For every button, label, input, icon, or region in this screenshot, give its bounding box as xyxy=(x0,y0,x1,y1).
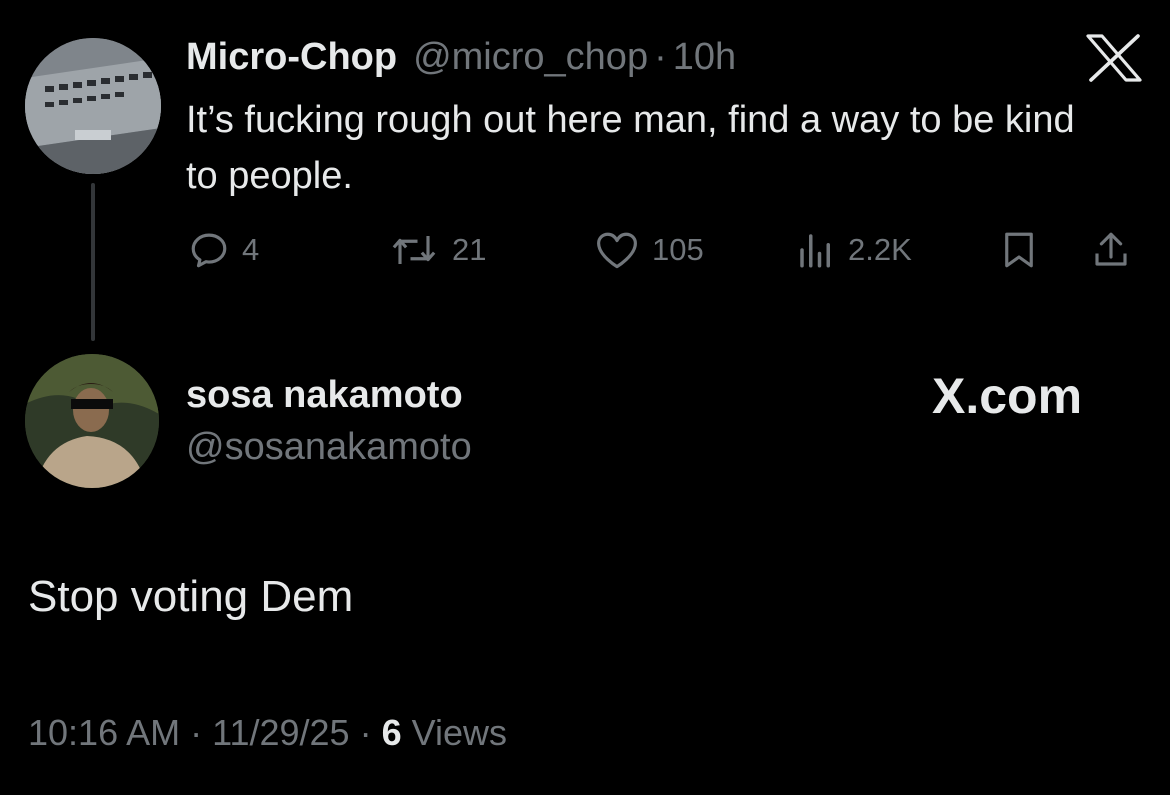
time-separator: · xyxy=(654,36,667,78)
site-label: X.com xyxy=(932,368,1083,424)
views-button[interactable]: 2.2K xyxy=(796,228,912,272)
repost-icon xyxy=(392,236,436,264)
tweet-time[interactable]: 10h xyxy=(673,36,736,79)
x-logo-icon xyxy=(1085,34,1143,82)
bookmark-button[interactable] xyxy=(998,228,1040,272)
reply-count: 4 xyxy=(242,232,260,267)
like-count: 105 xyxy=(652,232,704,267)
reply-views-label: Views xyxy=(411,712,507,753)
repost-button[interactable]: 21 xyxy=(388,228,486,272)
x-dot-com-label: X.com xyxy=(932,366,1082,426)
tweet-text: It’s fucking rough out here man, find a … xyxy=(186,99,1075,197)
author-name[interactable]: Micro-Chop xyxy=(186,36,397,79)
reply-button[interactable]: 4 xyxy=(188,228,259,272)
profile-photo-image xyxy=(25,354,159,488)
repost-count: 21 xyxy=(452,232,487,267)
tweet-header: Micro-Chop @micro_chop · 10h xyxy=(186,36,736,84)
reply-text: Stop voting Dem xyxy=(28,572,354,621)
meta-separator: · xyxy=(359,712,372,753)
reply-views-count: 6 xyxy=(381,712,402,753)
reply-meta: 10:16 AM · 11/29/25 · 6 Views xyxy=(28,712,507,754)
like-button[interactable]: 105 xyxy=(594,228,704,272)
views-icon xyxy=(800,234,830,268)
heart-icon xyxy=(597,232,637,269)
share-button[interactable] xyxy=(1090,228,1132,272)
bookmark-icon xyxy=(1005,232,1033,268)
reply-time[interactable]: 10:16 AM xyxy=(28,712,180,754)
reply-date[interactable]: 11/29/25 xyxy=(212,712,349,754)
reply-icon xyxy=(191,233,227,268)
author-handle[interactable]: @micro_chop xyxy=(413,36,648,79)
views-count: 2.2K xyxy=(848,232,912,267)
meta-separator: · xyxy=(190,712,203,753)
micro-chop-avatar[interactable] xyxy=(25,38,161,174)
share-icon xyxy=(1095,232,1127,266)
thread-line xyxy=(91,183,95,341)
sosa-nakamoto-avatar[interactable] xyxy=(25,354,159,488)
reply-author-handle[interactable]: @sosanakamoto xyxy=(186,426,472,469)
reply-author-name[interactable]: sosa nakamoto xyxy=(186,374,463,417)
drum-machine-image xyxy=(25,38,161,174)
